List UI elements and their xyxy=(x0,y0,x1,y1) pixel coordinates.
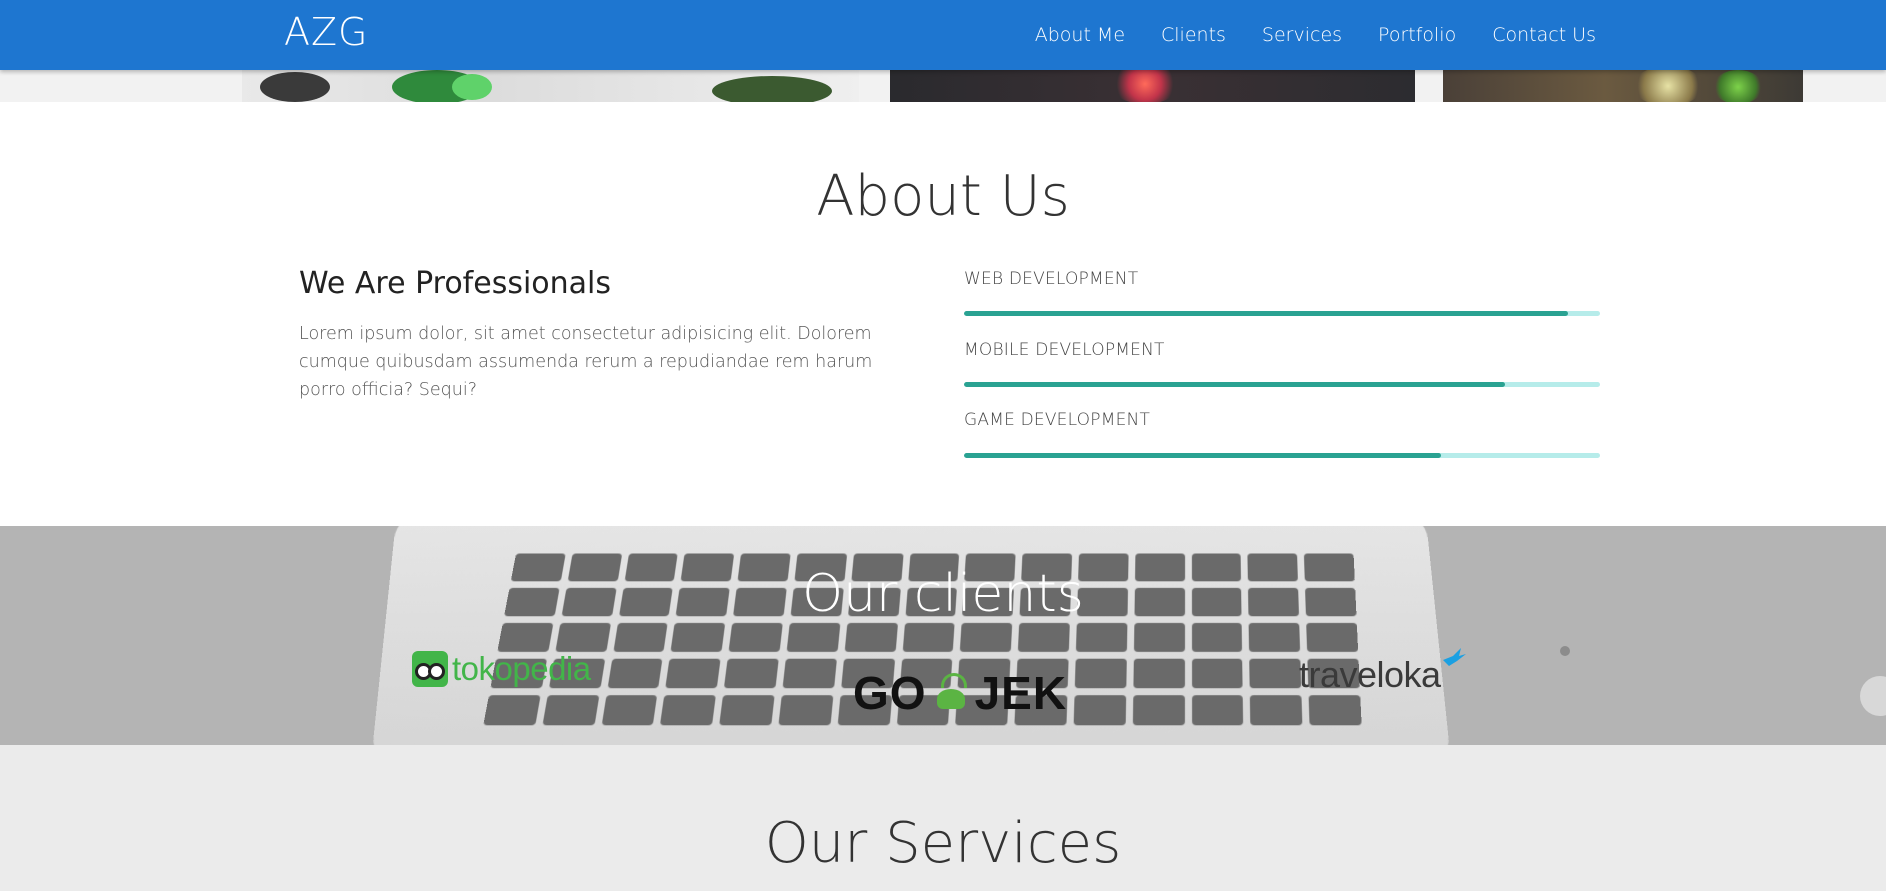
desk-mark xyxy=(1560,646,1570,656)
clients-title: Our clients xyxy=(802,564,1084,624)
progress-track xyxy=(964,453,1600,458)
hero-photo-dark xyxy=(890,70,1415,102)
plant-pot-dark xyxy=(260,72,330,102)
flower-red xyxy=(1110,70,1180,102)
gojek-rider-icon xyxy=(929,671,973,715)
tokopedia-wordmark: tokopedia xyxy=(452,650,591,687)
skill-label: WEB DEVELOPMENT xyxy=(964,269,1139,289)
nav-item-clients: Clients xyxy=(1161,24,1226,46)
nav-item-portfolio: Portfolio xyxy=(1378,24,1456,46)
skill-label: GAME DEVELOPMENT xyxy=(964,410,1151,430)
traveloka-wordmark: traveloka xyxy=(1299,654,1441,695)
plant-leaves-light xyxy=(452,74,492,100)
traveloka-bird-icon xyxy=(1442,648,1466,666)
plant-leaves-dark xyxy=(712,76,832,102)
hero-photo-desk xyxy=(1443,70,1803,102)
navbar: AZG About Me Clients Services Portfolio … xyxy=(0,0,1886,70)
hero-photo-plants xyxy=(242,70,859,102)
skill-label: MOBILE DEVELOPMENT xyxy=(964,340,1165,360)
client-logo-tokopedia[interactable]: tokopedia xyxy=(412,650,591,688)
about-title: About Us xyxy=(816,164,1070,229)
nav-menu: About Me Clients Services Portfolio Cont… xyxy=(1035,0,1596,70)
progress-fill xyxy=(964,453,1441,458)
brand-logo[interactable]: AZG xyxy=(284,10,368,54)
client-logo-traveloka[interactable]: traveloka xyxy=(1299,648,1466,696)
about-description: Lorem ipsum dolor, sit amet consectetur … xyxy=(299,324,873,400)
about-heading: We Are Professionals xyxy=(299,266,612,301)
gojek-wordmark-left: GO xyxy=(853,667,927,719)
desk-object xyxy=(1633,70,1703,102)
nav-link-services[interactable]: Services xyxy=(1262,24,1342,46)
nav-item-about-me: About Me xyxy=(1035,24,1125,46)
nav-link-contact-us[interactable]: Contact Us xyxy=(1492,24,1596,46)
clients-section: Our clients tokopedia GO JEK traveloka xyxy=(0,526,1886,745)
desk-bolt xyxy=(1860,676,1886,716)
nav-link-about-me[interactable]: About Me xyxy=(1035,24,1125,46)
gojek-wordmark-right: JEK xyxy=(974,667,1068,719)
hero-image-strip xyxy=(0,70,1886,102)
nav-link-clients[interactable]: Clients xyxy=(1161,24,1226,46)
progress-fill xyxy=(964,382,1505,387)
services-title: Our Services xyxy=(764,811,1122,876)
progress-fill xyxy=(964,311,1569,316)
services-section: Our Services xyxy=(0,745,1886,891)
nav-link-portfolio[interactable]: Portfolio xyxy=(1378,24,1456,46)
tokopedia-owl-icon xyxy=(412,651,448,687)
progress-track xyxy=(964,382,1600,387)
skill-game-development: GAME DEVELOPMENT xyxy=(964,410,1600,458)
client-logo-gojek[interactable]: GO JEK xyxy=(853,666,1067,720)
skill-mobile-development: MOBILE DEVELOPMENT xyxy=(964,340,1600,387)
nav-item-contact-us: Contact Us xyxy=(1492,24,1596,46)
progress-track xyxy=(964,311,1600,316)
desk-plant xyxy=(1713,70,1763,102)
nav-item-services: Services xyxy=(1262,24,1342,46)
skill-web-development: WEB DEVELOPMENT xyxy=(964,269,1600,316)
